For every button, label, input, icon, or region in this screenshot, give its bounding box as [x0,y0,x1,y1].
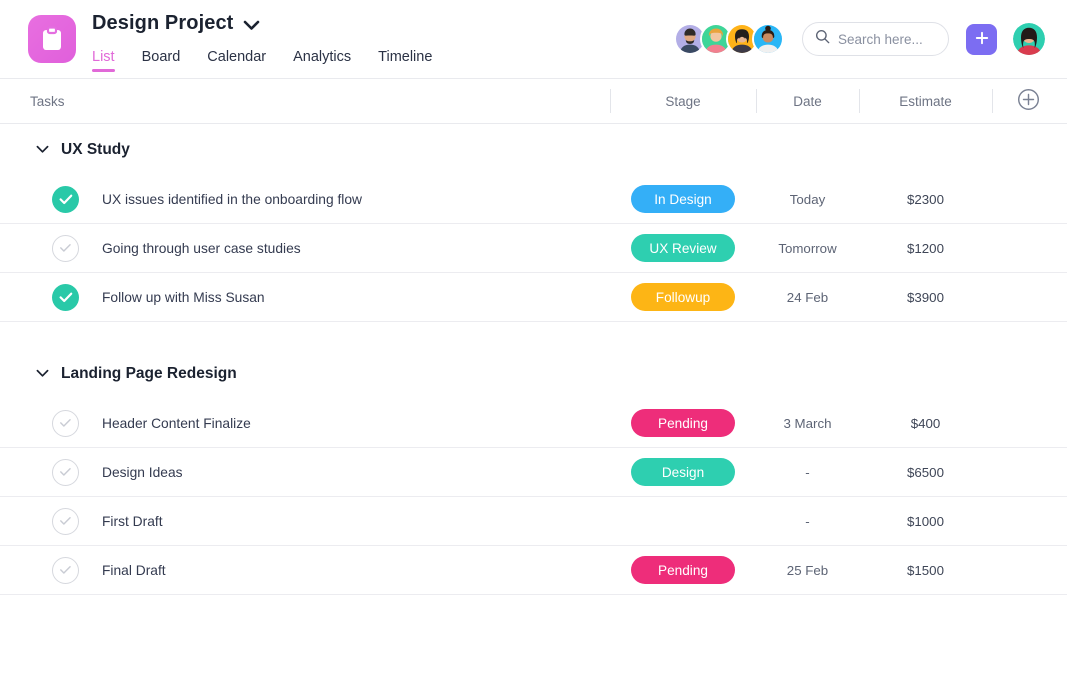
table-row[interactable]: Going through user case studies UX Review… [0,224,1067,273]
task-checkbox[interactable] [52,186,79,213]
chevron-down-icon[interactable] [36,145,49,154]
task-name: UX issues identified in the onboarding f… [102,192,362,207]
table-row[interactable]: Final Draft Pending 25 Feb$1500 [0,546,1067,595]
project-title-group[interactable]: Design Project [92,12,260,35]
stage-cell: Design [610,458,756,486]
group-title: Landing Page Redesign [61,365,237,383]
task-cell: Header Content Finalize [0,410,610,437]
task-name: Going through user case studies [102,241,301,256]
stage-cell: UX Review [610,234,756,262]
tab-calendar[interactable]: Calendar [207,49,266,73]
estimate-cell: $1000 [859,514,992,529]
status-badge[interactable]: UX Review [631,234,735,262]
column-date: Date [756,79,859,123]
table-row[interactable]: UX issues identified in the onboarding f… [0,175,1067,224]
profile-avatar[interactable] [1013,23,1045,55]
group-title: UX Study [61,141,130,159]
table-row[interactable]: Header Content Finalize Pending 3 March$40… [0,399,1067,448]
table-row[interactable]: Follow up with Miss Susan Followup 24 Feb$… [0,273,1067,322]
task-cell: Final Draft [0,557,610,584]
estimate-cell: $1500 [859,563,992,578]
column-stage: Stage [610,79,756,123]
task-cell: First Draft [0,508,610,535]
task-name: Follow up with Miss Susan [102,290,265,305]
group-header[interactable]: UX Study [0,124,1067,175]
chevron-down-icon[interactable] [243,20,260,31]
header-actions: Search here... [674,22,1045,56]
status-badge[interactable]: Design [631,458,735,486]
chevron-down-icon[interactable] [36,369,49,378]
view-tabs: List Board Calendar Analytics Timeline [92,49,432,73]
task-name: Design Ideas [102,465,183,480]
task-cell: Going through user case studies [0,235,610,262]
search-placeholder-text: Search here... [838,32,923,47]
task-checkbox[interactable] [52,459,79,486]
plus-circle-icon [1017,88,1040,114]
tab-analytics[interactable]: Analytics [293,49,351,73]
column-estimate: Estimate [859,79,992,123]
task-cell: Follow up with Miss Susan [0,284,610,311]
task-group: Landing Page Redesign Header Content Fina… [0,348,1067,595]
tab-timeline[interactable]: Timeline [378,49,432,73]
task-cell: Design Ideas [0,459,610,486]
group-header[interactable]: Landing Page Redesign [0,348,1067,399]
group-spacer [0,322,1067,348]
status-badge[interactable]: Followup [631,283,735,311]
task-cell: UX issues identified in the onboarding f… [0,186,610,213]
date-cell: 3 March [756,416,859,431]
plus-icon [975,31,989,48]
page-title: Design Project [92,12,233,35]
estimate-cell: $1200 [859,241,992,256]
task-checkbox[interactable] [52,410,79,437]
task-checkbox[interactable] [52,235,79,262]
column-tasks: Tasks [0,94,610,109]
date-cell: - [756,465,859,480]
task-checkbox[interactable] [52,508,79,535]
task-checkbox[interactable] [52,557,79,584]
app-logo[interactable] [28,15,76,63]
tab-board[interactable]: Board [142,49,181,73]
task-board: UX Study UX issues identified in the onbo… [0,124,1067,595]
estimate-cell: $6500 [859,465,992,480]
tab-list[interactable]: List [92,49,115,73]
add-column-button[interactable] [992,79,1065,123]
status-badge[interactable]: Pending [631,556,735,584]
estimate-cell: $2300 [859,192,992,207]
task-name: First Draft [102,514,163,529]
task-name: Final Draft [102,563,166,578]
table-row[interactable]: First Draft -$1000 [0,497,1067,546]
date-cell: Today [756,192,859,207]
stage-cell: Pending [610,556,756,584]
member-avatar-stack [674,23,784,55]
estimate-cell: $3900 [859,290,992,305]
app-header: Design Project List Board Calendar Analy… [0,0,1067,79]
stage-cell: In Design [610,185,756,213]
stage-cell: Followup [610,283,756,311]
clipboard-icon [40,26,64,52]
search-icon [815,29,830,49]
search-input[interactable]: Search here... [802,22,949,56]
task-checkbox[interactable] [52,284,79,311]
date-cell: Tomorrow [756,241,859,256]
stage-cell: Pending [610,409,756,437]
date-cell: - [756,514,859,529]
status-badge[interactable]: Pending [631,409,735,437]
table-column-header: Tasks Stage Date Estimate [0,79,1067,124]
date-cell: 25 Feb [756,563,859,578]
status-badge[interactable]: In Design [631,185,735,213]
estimate-cell: $400 [859,416,992,431]
task-group: UX Study UX issues identified in the onbo… [0,124,1067,322]
table-row[interactable]: Design Ideas Design -$6500 [0,448,1067,497]
task-name: Header Content Finalize [102,416,251,431]
add-task-button[interactable] [966,24,997,55]
member-avatar-4[interactable] [752,23,784,55]
date-cell: 24 Feb [756,290,859,305]
